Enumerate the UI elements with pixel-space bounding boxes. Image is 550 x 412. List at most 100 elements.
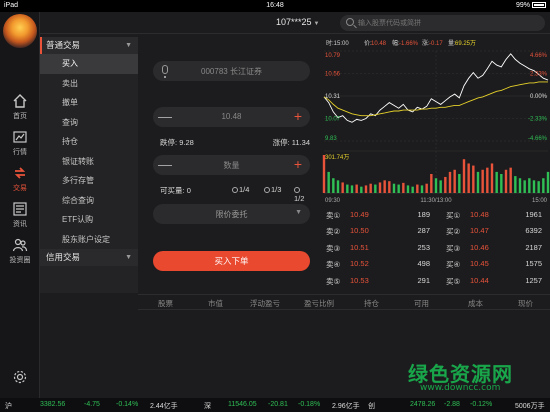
- ask-level-label: 卖②: [326, 227, 341, 237]
- x-tick-label: 11:30/13:00: [420, 198, 452, 204]
- cy-change: -2.88: [444, 401, 460, 408]
- search-input[interactable]: [358, 16, 538, 30]
- sh-amount: 2.44亿手: [150, 403, 178, 410]
- menu-item-query[interactable]: 查询: [40, 113, 138, 133]
- volume-bar: [439, 180, 442, 193]
- intraday-chart[interactable]: 时:15:00 价: 10.48 幅: -1.66% 涨: -0.17 量: 6…: [322, 37, 550, 207]
- volume-bar: [453, 169, 456, 193]
- menu-item-etf-subscribe[interactable]: ETF认购: [40, 210, 138, 230]
- quantity-plus-button[interactable]: +: [291, 157, 305, 171]
- sz-change: -20.81: [268, 401, 288, 408]
- limit-down-label: 跌停:: [160, 138, 178, 147]
- ask-level-label: 卖④: [326, 260, 341, 270]
- sh-percent: -0.14%: [116, 401, 139, 408]
- column-header: 可用: [414, 299, 429, 308]
- rail-item-trade[interactable]: 交易: [0, 162, 40, 198]
- volume-bar: [444, 176, 447, 193]
- ask-level-label: 卖⑤: [326, 276, 341, 286]
- limit-up-value: 11.34: [291, 138, 310, 147]
- ask-level-label: 卖③: [326, 243, 341, 253]
- order-book-row: 卖② 10.50 287 买② 10.47 6392: [322, 226, 550, 241]
- y-tick-label-left: 10.07: [325, 117, 341, 123]
- ask-volume: 498: [417, 259, 430, 269]
- limit-down-value: 9.28: [179, 138, 194, 147]
- menu-item-bank-transfer[interactable]: 银证转账: [40, 152, 138, 172]
- rail-item-market[interactable]: 行情: [0, 126, 40, 162]
- menu-item-cancel[interactable]: 撤单: [40, 93, 138, 113]
- sh-index: 3382.56: [40, 401, 66, 408]
- volume-bar: [481, 169, 484, 193]
- menu-group-normal-trade[interactable]: 普通交易 ▼: [40, 37, 138, 54]
- sz-label: 深: [204, 403, 211, 410]
- chevron-down-icon: ▼: [295, 209, 302, 216]
- ask-price: 10.49: [350, 210, 369, 219]
- menu-group-label: 普通交易: [46, 40, 81, 50]
- volume-bar: [388, 181, 391, 193]
- stock-search[interactable]: [340, 15, 545, 31]
- rail-item-community[interactable]: 投资圈: [0, 234, 40, 270]
- volume-bar: [378, 182, 382, 193]
- radio-icon: [294, 187, 300, 193]
- volume-bar: [458, 174, 461, 193]
- account-switcher[interactable]: 107***25 ▼: [276, 17, 320, 27]
- chart-header-chg: -0.17: [429, 41, 443, 47]
- volume-bar: [542, 178, 545, 193]
- order-book-row: 卖⑤ 10.53 291 买⑤ 10.44 1257: [322, 276, 550, 291]
- account-id: 107***25: [276, 17, 312, 27]
- sz-index: 11546.05: [228, 401, 257, 408]
- volume-bar: [430, 174, 433, 193]
- order-type-select[interactable]: 限价委托 ▼: [153, 204, 310, 224]
- rail-item-home[interactable]: 首页: [0, 90, 40, 126]
- menu-item-multi-depository[interactable]: 多行存管: [40, 171, 138, 191]
- ask-price: 10.50: [350, 226, 369, 236]
- ask-volume: 189: [417, 210, 430, 219]
- chevron-down-icon: ▼: [313, 21, 320, 27]
- volume-bar: [462, 159, 466, 193]
- trade-menu: 普通交易 ▼ 买入 卖出 撤单 查询 持仓 银证转账 多行存管 综合查询 ETF…: [40, 37, 138, 293]
- chart-header-pct: -1.66%: [399, 41, 419, 47]
- volume-bar: [374, 184, 377, 193]
- bid-price: 10.46: [470, 242, 489, 252]
- menu-group-credit-trade[interactable]: 信用交易 ▼: [40, 249, 138, 266]
- stock-code-field[interactable]: 000783 长江证券: [153, 61, 310, 81]
- menu-item-holdings[interactable]: 持仓: [40, 132, 138, 152]
- cy-percent: -0.12%: [470, 401, 493, 408]
- order-book-row: 卖③ 10.51 253 买③ 10.46 2187: [322, 243, 550, 258]
- y-tick-label-left: 9.83: [325, 136, 337, 142]
- community-icon: [12, 238, 28, 252]
- rail-item-news[interactable]: 资讯: [0, 198, 40, 234]
- column-header: 现价: [518, 299, 533, 308]
- stock-code-value: 000783 长江证券: [201, 67, 262, 76]
- buyable-value: 0: [186, 186, 191, 195]
- column-header: 成本: [468, 299, 483, 308]
- volume-bar: [467, 163, 470, 193]
- order-book-row: 卖① 10.49 189 买① 10.48 1961: [322, 210, 550, 225]
- bid-volume: 1961: [525, 210, 542, 219]
- quantity-stepper[interactable]: — 数量 +: [153, 155, 310, 175]
- y-tick-label-right: 4.66%: [530, 53, 548, 59]
- avatar[interactable]: [3, 14, 37, 48]
- settings-gear-icon[interactable]: [12, 369, 28, 385]
- watermark-url: www.downcc.com: [420, 383, 501, 393]
- top-header: 107***25 ▼: [40, 12, 550, 34]
- battery-icon: [532, 2, 546, 9]
- menu-item-comprehensive-query[interactable]: 综合查询: [40, 191, 138, 211]
- price-stepper[interactable]: — 10.48 +: [153, 107, 310, 127]
- sz-amount: 2.96亿手: [332, 403, 360, 410]
- ratio-option[interactable]: 1/2: [294, 185, 310, 203]
- news-icon: [13, 202, 27, 216]
- volume-bar: [364, 185, 368, 193]
- battery-percent: 99%: [515, 2, 530, 9]
- ask-price: 10.51: [350, 242, 369, 252]
- price-plus-button[interactable]: +: [291, 109, 305, 123]
- menu-item-shareholder-account[interactable]: 股东账户设定: [40, 230, 138, 250]
- volume-bar: [532, 180, 536, 193]
- menu-item-buy[interactable]: 买入: [40, 54, 138, 74]
- ask-volume: 253: [417, 242, 430, 252]
- buy-order-button[interactable]: 买入下单: [153, 251, 310, 271]
- ratio-option[interactable]: 1/3: [264, 185, 281, 194]
- trade-icon: [14, 167, 26, 179]
- cy-index: 2478.26: [410, 401, 436, 408]
- menu-item-sell[interactable]: 卖出: [40, 74, 138, 94]
- ratio-option[interactable]: 1/4: [232, 185, 249, 194]
